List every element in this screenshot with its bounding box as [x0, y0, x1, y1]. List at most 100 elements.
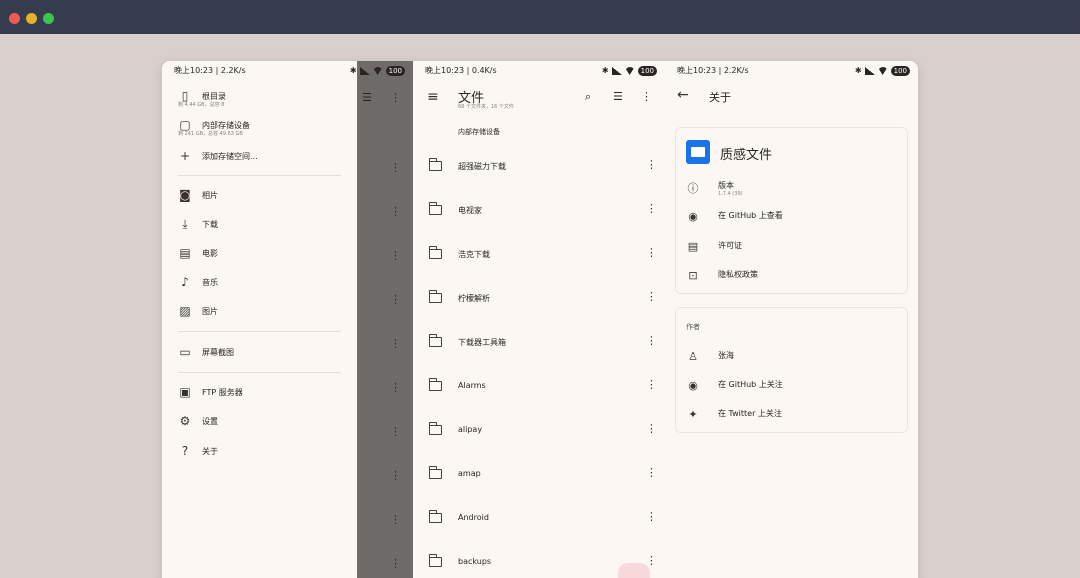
author-name: 张海: [718, 351, 734, 360]
drawer-item-label: 音乐: [202, 277, 218, 287]
drawer-divider: [178, 331, 341, 332]
add-fab-button[interactable]: [618, 563, 650, 578]
folder-name: 超强磁力下载: [458, 162, 506, 171]
image-icon: ▨: [179, 304, 191, 318]
signal-icon: [359, 67, 370, 75]
plus-icon: +: [179, 149, 191, 163]
more-vert-icon[interactable]: ⋮: [646, 554, 657, 567]
more-vert-icon[interactable]: ⋮: [646, 246, 657, 259]
person-icon: ♙: [688, 350, 698, 363]
more-vert-icon: ⋮: [390, 249, 401, 262]
drawer-divider: [178, 372, 341, 373]
more-vert-icon[interactable]: ⋮: [646, 202, 657, 215]
maximize-window-button[interactable]: [43, 13, 54, 24]
privacy-row[interactable]: ⊡ 隐私权政策: [676, 265, 907, 287]
drawer-item-photos[interactable]: ◙ 相片: [178, 188, 218, 202]
folder-name: 电视家: [458, 206, 482, 215]
drawer-item-label: 下载: [202, 220, 218, 229]
folder-name: Alarms: [458, 381, 486, 390]
drawer-item-label: 设置: [202, 416, 218, 426]
more-vert-icon[interactable]: ⋮: [646, 290, 657, 303]
privacy-label: 隐私权政策: [718, 270, 758, 279]
drawer-item-about[interactable]: ? 关于: [178, 444, 218, 458]
more-vert-icon[interactable]: ⋮: [646, 334, 657, 347]
status-bar-right: ✱ 100: [162, 61, 413, 81]
author-card: 作者 ♙ 张海 ◉ 在 GitHub 上关注 ✦ 在 Twitter 上关注: [675, 307, 908, 433]
list-item[interactable]: 电视家 ⋮: [413, 190, 665, 234]
more-vert-icon[interactable]: ⋮: [646, 422, 657, 435]
list-item[interactable]: alipay ⋮: [413, 410, 665, 454]
battery-icon: 100: [890, 66, 910, 76]
list-item[interactable]: 下载器工具箱 ⋮: [413, 322, 665, 366]
drawer-item-ftp-server[interactable]: ▣ FTP 服务器: [178, 385, 242, 399]
list-item[interactable]: 浩克下载 ⋮: [413, 234, 665, 278]
folder-icon: [429, 202, 442, 215]
status-icons: ✱ 100: [855, 66, 910, 76]
document-icon: ▤: [687, 240, 699, 253]
drawer-item-pictures[interactable]: ▨ 图片: [178, 304, 218, 318]
drawer-item-label: 根目录: [202, 91, 226, 101]
more-vert-icon: ⋮: [390, 557, 401, 570]
status-bar: 晚上10:23 | 2.2K/s ✱ 100: [665, 61, 918, 81]
version-row[interactable]: ⓘ 版本 1.7.4 (39): [676, 176, 907, 202]
drawer-item-add-storage[interactable]: + 添加存储空间...: [178, 149, 258, 163]
list-item[interactable]: Alarms ⋮: [413, 366, 665, 410]
github-follow-row[interactable]: ◉ 在 GitHub 上关注: [676, 375, 907, 397]
minimize-window-button[interactable]: [26, 13, 37, 24]
drawer-item-movies[interactable]: ▤ 电影: [178, 246, 218, 260]
drawer-item-downloads[interactable]: ⤓ 下载: [178, 217, 218, 232]
more-vert-icon[interactable]: ⋮: [646, 378, 657, 391]
folder-icon: [429, 334, 442, 347]
drawer-item-sub: 剩 4.44 GB，总容 8: [178, 102, 225, 108]
drawer-scrim[interactable]: ✱ 100 ☰ ⋮ ⋮ ⋮ ⋮ ⋮ ⋮ ⋮ ⋮ ⋮ ⋮ ⋮: [350, 61, 413, 578]
help-circle-icon: ?: [181, 444, 189, 458]
github-icon: ◉: [688, 379, 698, 392]
signal-icon: [864, 67, 875, 75]
license-row[interactable]: ▤ 许可证: [676, 236, 907, 258]
status-icons: ✱ 100: [602, 66, 657, 76]
list-item[interactable]: 超强磁力下载 ⋮: [413, 146, 665, 190]
author-name-row[interactable]: ♙ 张海: [676, 346, 907, 368]
more-vert-icon[interactable]: ⋮: [646, 158, 657, 171]
drawer-item-label: 关于: [202, 446, 218, 456]
list-item[interactable]: amap ⋮: [413, 454, 665, 498]
folder-icon: [429, 378, 442, 391]
drawer-item-music[interactable]: ♪ 音乐: [178, 275, 218, 289]
twitter-follow-row[interactable]: ✦ 在 Twitter 上关注: [676, 404, 907, 426]
info-icon: ⓘ: [687, 182, 699, 195]
folder-name: amap: [458, 469, 481, 478]
wifi-icon: [372, 67, 383, 75]
status-bar: 晚上10:23 | 0.4K/s ✱ 100: [413, 61, 665, 81]
folder-icon: [429, 466, 442, 479]
drawer-item-label: 相片: [202, 190, 218, 200]
license-label: 许可证: [718, 241, 742, 250]
movie-icon: ▤: [179, 246, 191, 260]
app-name: 质感文件: [720, 148, 773, 163]
more-vert-icon: ⋮: [390, 513, 401, 526]
more-vert-icon: ⋮: [390, 425, 401, 438]
more-vert-icon[interactable]: ⋮: [646, 466, 657, 479]
more-vert-icon[interactable]: ⋮: [641, 90, 652, 103]
bluetooth-icon: ✱: [349, 66, 357, 75]
close-window-button[interactable]: [9, 13, 20, 24]
more-vert-icon[interactable]: ⋮: [646, 510, 657, 523]
folder-name: 浩克下载: [458, 250, 490, 259]
search-icon[interactable]: ⌕: [585, 90, 591, 104]
twitter-follow-label: 在 Twitter 上关注: [718, 409, 782, 418]
list-item[interactable]: 柠檬解析 ⋮: [413, 278, 665, 322]
sort-icon[interactable]: ☰: [613, 90, 623, 103]
menu-icon[interactable]: ≡: [427, 89, 439, 105]
more-vert-icon: ⋮: [390, 293, 401, 306]
folder-icon: [429, 290, 442, 303]
bluetooth-icon: ✱: [601, 66, 609, 75]
github-follow-label: 在 GitHub 上关注: [718, 380, 783, 389]
list-item[interactable]: Android ⋮: [413, 498, 665, 542]
breadcrumb[interactable]: 内部存储设备: [458, 127, 500, 137]
drawer-item-screenshots[interactable]: ▭ 屏幕截图: [178, 345, 234, 359]
drawer-item-settings[interactable]: ⚙ 设置: [178, 414, 218, 428]
about-screen: 晚上10:23 | 2.2K/s ✱ 100 ← 关于 质感文件 ⓘ 版本 1.…: [665, 61, 918, 578]
arrow-back-icon[interactable]: ←: [677, 87, 689, 103]
github-view-row[interactable]: ◉ 在 GitHub 上查看: [676, 206, 907, 228]
more-vert-icon: ⋮: [390, 91, 401, 104]
drawer-divider: [178, 175, 341, 176]
